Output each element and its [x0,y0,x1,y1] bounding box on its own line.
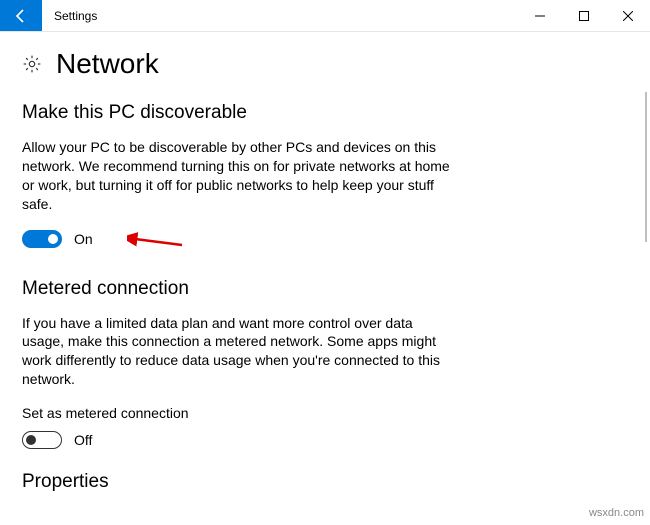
close-button[interactable] [606,0,650,31]
discoverable-toggle-row: On [22,230,628,248]
minimize-icon [535,11,545,21]
back-button[interactable] [0,0,42,31]
metered-toggle[interactable] [22,431,62,449]
window-title: Settings [42,0,97,31]
metered-heading: Metered connection [22,278,628,300]
discoverable-toggle[interactable] [22,230,62,248]
page-title: Network [56,48,159,80]
discoverable-description: Allow your PC to be discoverable by othe… [22,138,452,214]
section-discoverable: Make this PC discoverable Allow your PC … [22,102,628,248]
maximize-button[interactable] [562,0,606,31]
toggle-knob [48,234,58,244]
titlebar: Settings [0,0,650,32]
discoverable-toggle-label: On [74,231,93,247]
metered-toggle-row: Off [22,431,628,449]
scrollbar[interactable] [645,92,647,242]
properties-heading: Properties [22,471,628,493]
minimize-button[interactable] [518,0,562,31]
watermark: wsxdn.com [589,507,644,519]
gear-icon [22,54,42,74]
maximize-icon [579,11,589,21]
back-arrow-icon [13,8,29,24]
section-metered: Metered connection If you have a limited… [22,278,628,450]
toggle-knob [26,435,36,445]
discoverable-heading: Make this PC discoverable [22,102,628,124]
annotation-arrow-icon [127,232,187,250]
metered-description: If you have a limited data plan and want… [22,314,452,390]
section-properties: Properties [22,471,628,493]
close-icon [623,11,633,21]
metered-toggle-label: Off [74,432,92,448]
page-header: Network [22,48,628,80]
content-area: Network Make this PC discoverable Allow … [0,32,650,525]
metered-label: Set as metered connection [22,405,628,421]
